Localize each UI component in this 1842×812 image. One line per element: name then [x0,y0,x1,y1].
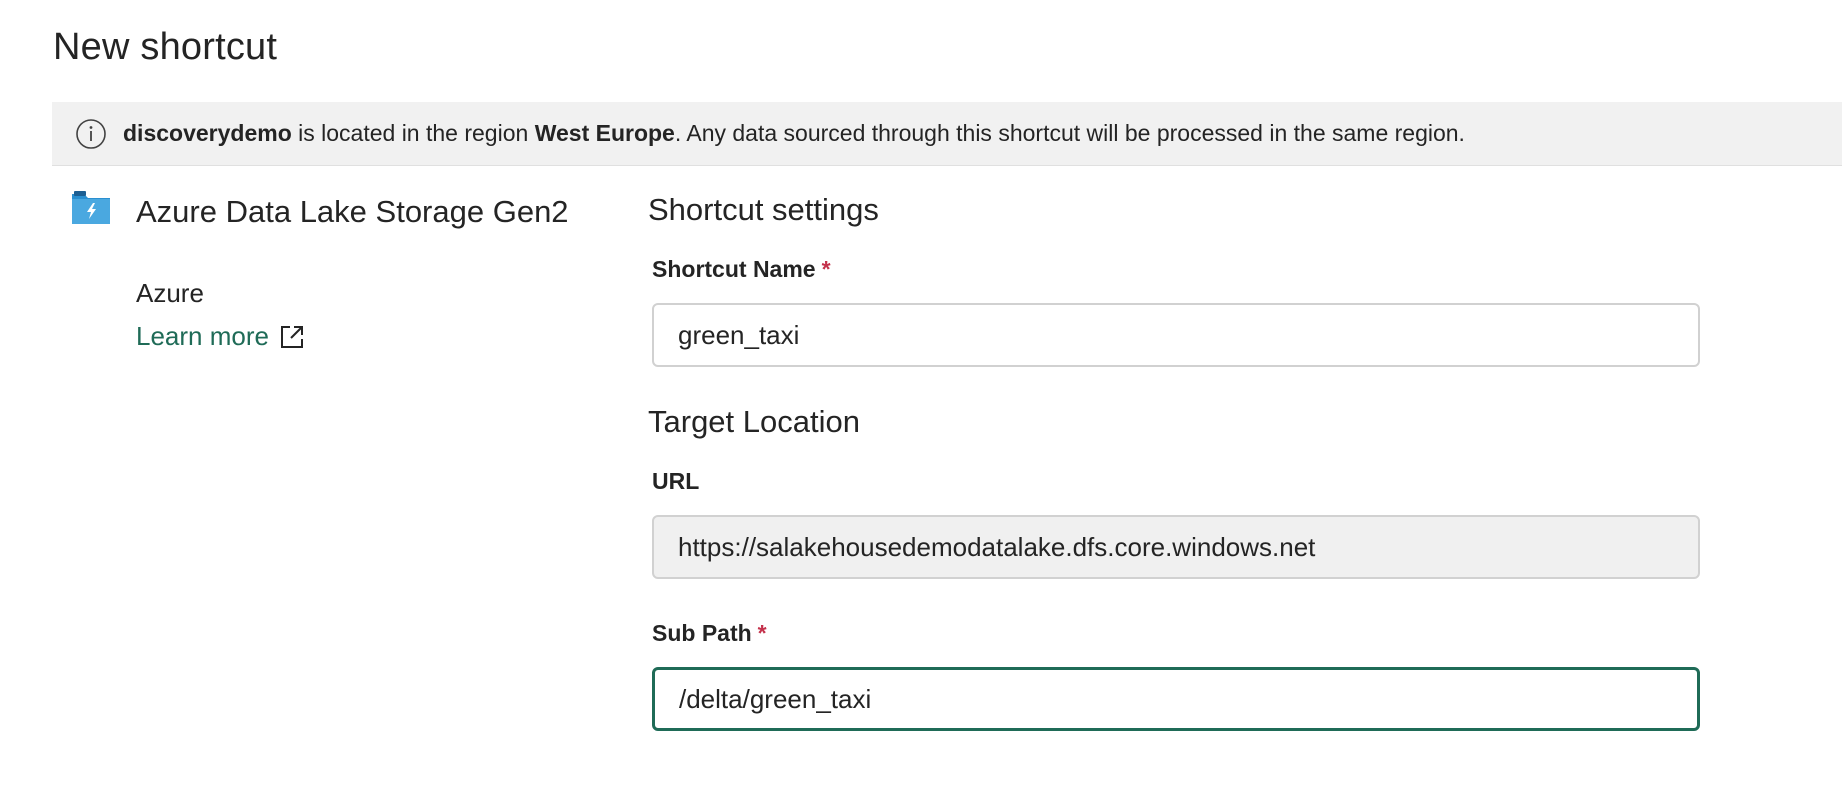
learn-more-label: Learn more [136,321,269,351]
banner-text-1: is located in the region [291,120,535,146]
source-provider: Azure [136,278,204,308]
info-icon [76,118,106,149]
shortcut-name-input[interactable] [652,303,1700,367]
url-label: URL [652,468,700,494]
sub-path-label: Sub Path * [652,620,767,646]
external-link-icon [280,325,303,348]
sub-path-input[interactable] [652,667,1700,731]
shortcut-name-label: Shortcut Name * [652,256,831,282]
learn-more-link[interactable]: Learn more [136,321,305,352]
banner-message: discoverydemo is located in the region W… [123,120,1465,147]
required-mark: * [757,620,767,646]
target-location-heading: Target Location [648,404,860,439]
adls-folder-icon [72,191,110,224]
page-title: New shortcut [53,26,278,68]
required-mark: * [821,256,831,282]
source-name: Azure Data Lake Storage Gen2 [136,194,569,229]
region-name: West Europe [534,120,675,146]
url-input[interactable] [652,515,1700,579]
new-shortcut-dialog: New shortcut discoverydemo is located in… [0,0,1842,812]
shortcut-settings-heading: Shortcut settings [648,192,879,227]
region-info-banner: discoverydemo is located in the region W… [52,102,1842,166]
banner-text-2: . Any data sourced through this shortcut… [674,120,1465,146]
workspace-name: discoverydemo [123,120,292,146]
